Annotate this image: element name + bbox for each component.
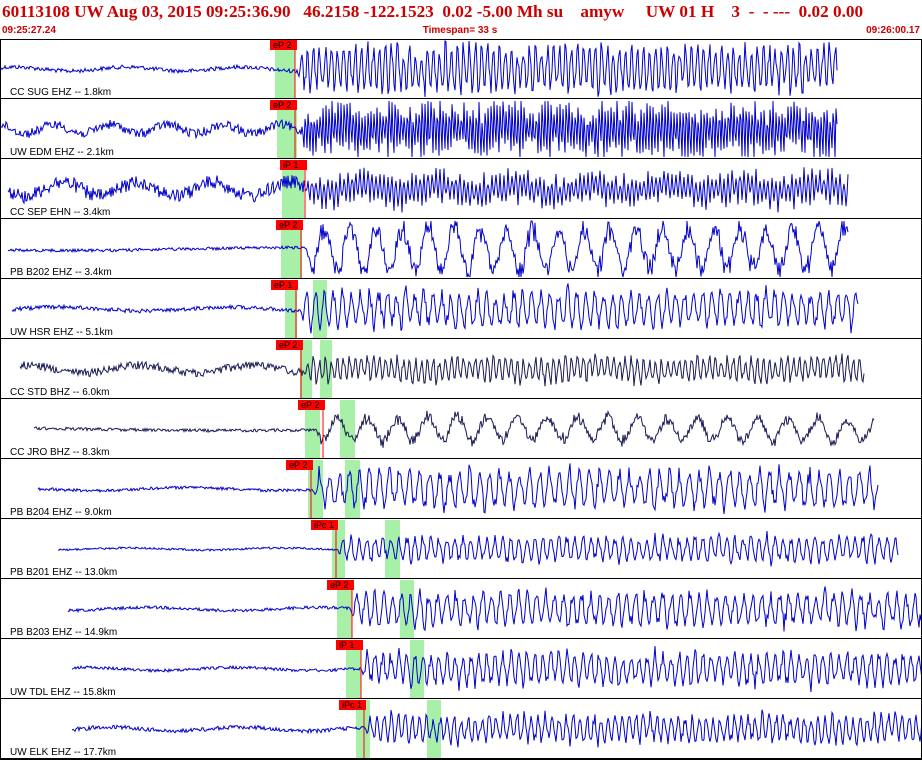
start-time-label: 09:25:27.24 xyxy=(2,25,56,36)
station-label: CC SUG EHZ -- 1.8km xyxy=(10,87,111,98)
pick-label: eP 2 xyxy=(330,580,348,590)
pick-window xyxy=(385,520,400,578)
waveform-trace xyxy=(57,530,899,567)
trace-row[interactable]: eP 2 PB B202 EHZ -- 3.4km xyxy=(0,220,922,279)
trace-row[interactable]: iP 1 UW TDL EHZ -- 15.8km xyxy=(0,640,922,699)
pick-label: eP 2 xyxy=(273,100,291,110)
trace-row[interactable]: eP 2 CC JRO BHZ -- 8.3km xyxy=(0,400,922,459)
waveform-trace xyxy=(19,353,865,387)
pick-label: iP 1 xyxy=(339,640,354,650)
pick-label: iP 1 xyxy=(283,160,298,170)
trace-row[interactable]: iPc 1 UW ELK EHZ -- 17.7km xyxy=(0,700,922,759)
pick-label: iPc 1 xyxy=(314,520,334,530)
trace-row[interactable]: eP 1 UW HSR EHZ -- 5.1km xyxy=(0,280,922,339)
waveform-trace xyxy=(7,220,849,278)
trace-row[interactable]: eP 2 CC STD BHZ -- 6.0km xyxy=(0,340,922,399)
pick-label: eP 2 xyxy=(273,40,291,50)
waveform-trace xyxy=(67,586,922,632)
pick-label: eP 2 xyxy=(279,220,297,230)
waveform-trace xyxy=(11,283,859,334)
station-label: UW EDM EHZ -- 2.1km xyxy=(10,147,114,158)
waveform-trace xyxy=(0,40,838,98)
event-header: 60113108 UW Aug 03, 2015 09:25:36.90 46.… xyxy=(2,2,864,21)
station-label: UW TDL EHZ -- 15.8km xyxy=(10,687,116,698)
trace-row[interactable]: eP 2 UW EDM EHZ -- 2.1km xyxy=(0,100,922,159)
pick-label: iPc 1 xyxy=(342,700,362,710)
seismogram-panel[interactable]: eP 2 CC SUG EHZ -- 1.8km eP 2 UW EDM EHZ --… xyxy=(0,39,922,760)
waveform-trace xyxy=(71,709,922,748)
waveform-trace xyxy=(7,167,849,213)
waveform-trace xyxy=(0,100,838,158)
pick-label: eP 2 xyxy=(289,460,307,470)
pick-label: eP 2 xyxy=(301,400,319,410)
station-label: PB B201 EHZ -- 13.0km xyxy=(10,567,117,578)
waveform-trace xyxy=(71,646,922,693)
pick-label: eP 1 xyxy=(274,280,292,290)
station-label: PB B202 EHZ -- 3.4km xyxy=(10,267,112,278)
end-time-label: 09:26:00.17 xyxy=(866,25,920,36)
station-label: CC STD BHZ -- 6.0km xyxy=(10,387,109,398)
station-label: CC JRO BHZ -- 8.3km xyxy=(10,447,109,458)
station-label: UW HSR EHZ -- 5.1km xyxy=(10,327,113,338)
station-label: UW ELK EHZ -- 17.7km xyxy=(10,747,116,758)
trace-row[interactable]: eP 2 PB B204 EHZ -- 9.0km xyxy=(0,460,922,519)
pick-window xyxy=(340,400,355,458)
trace-row[interactable]: iPc 1 PB B201 EHZ -- 13.0km xyxy=(0,520,922,579)
station-label: PB B203 EHZ -- 14.9km xyxy=(10,627,117,638)
waveform-trace xyxy=(33,410,875,448)
timespan-label: Timespan= 33 s xyxy=(422,25,498,36)
pick-window xyxy=(400,580,414,638)
waveform-trace xyxy=(37,463,879,514)
station-label: PB B204 EHZ -- 9.0km xyxy=(10,507,112,518)
trace-row[interactable]: iP 1 CC SEP EHN -- 3.4km xyxy=(0,160,922,219)
trace-row[interactable]: eP 2 PB B203 EHZ -- 14.9km xyxy=(0,580,922,639)
trace-row[interactable]: eP 2 CC SUG EHZ -- 1.8km xyxy=(0,40,922,99)
station-label: CC SEP EHN -- 3.4km xyxy=(10,207,110,218)
pick-label: eP 2 xyxy=(279,340,297,350)
